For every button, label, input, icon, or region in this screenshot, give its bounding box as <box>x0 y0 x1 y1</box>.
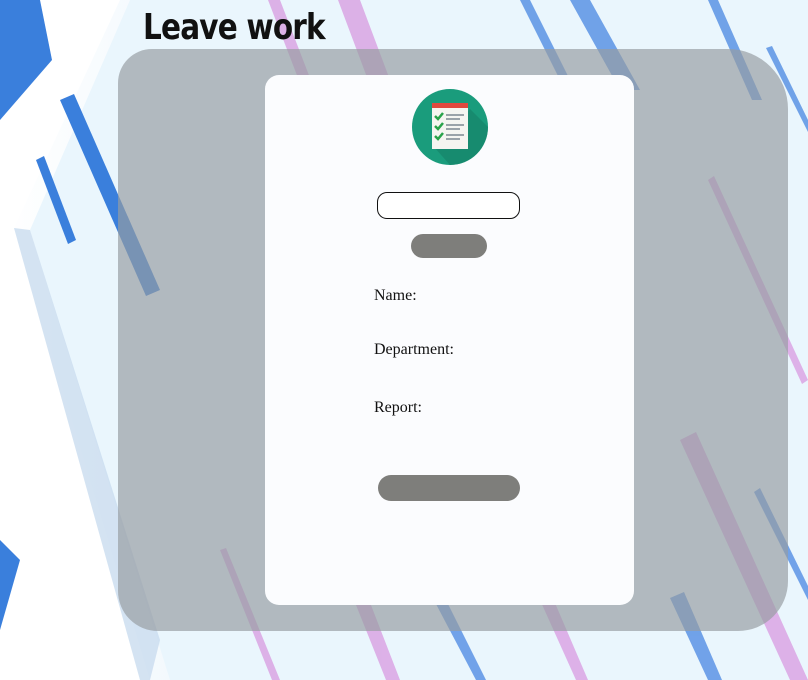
employee-id-input[interactable] <box>377 192 520 219</box>
report-label: Report: <box>374 399 422 416</box>
page-title: Leave work <box>143 7 326 48</box>
search-button[interactable] <box>411 234 487 258</box>
checklist-icon <box>412 89 488 165</box>
submit-button[interactable] <box>378 475 520 501</box>
department-label: Department: <box>374 341 454 358</box>
name-label: Name: <box>374 287 417 304</box>
